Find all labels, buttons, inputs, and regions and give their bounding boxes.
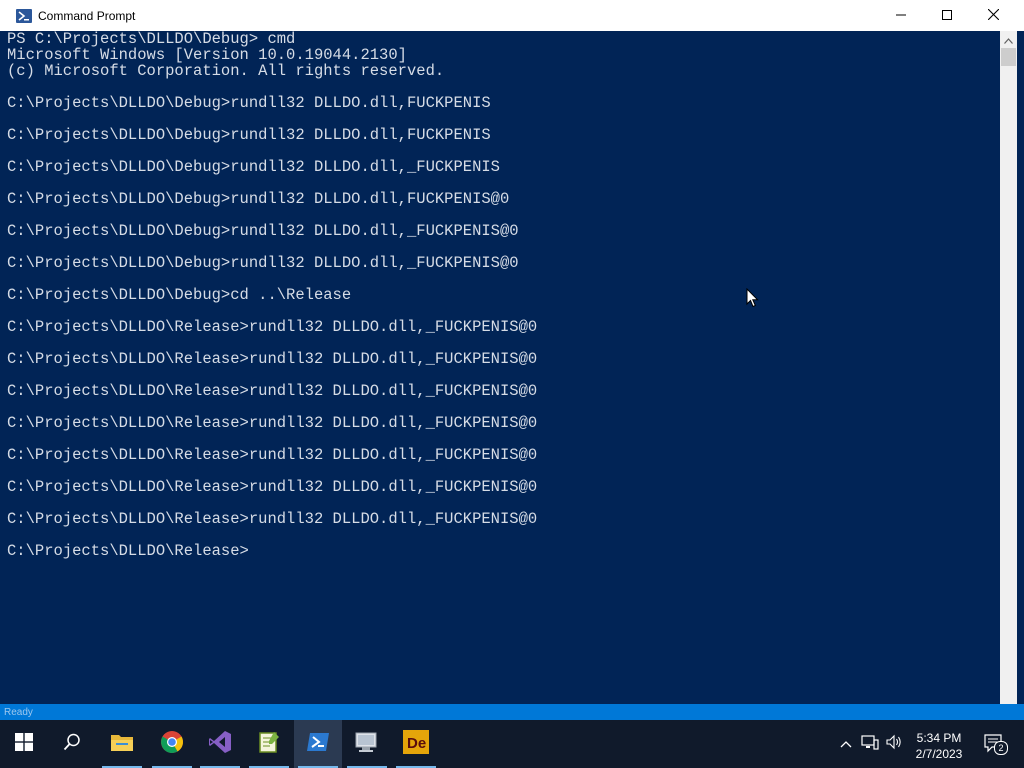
window-title: Command Prompt: [38, 8, 136, 23]
command-prompt-window: Command Prompt PS C:\Projects\DLLDO\Debu…: [0, 0, 1024, 720]
title-bar[interactable]: Command Prompt: [0, 0, 1024, 31]
console-line: C:\Projects\DLLDO\Debug>rundll32 DLLDO.d…: [7, 158, 500, 176]
console-line: C:\Projects\DLLDO\Debug>cd ..\Release: [7, 286, 352, 304]
taskbar-network-monitor[interactable]: [343, 720, 391, 768]
console-line: C:\Projects\DLLDO\Release>rundll32 DLLDO…: [7, 318, 538, 336]
show-hidden-icons-button[interactable]: [836, 734, 856, 754]
network-tray-button[interactable]: [860, 734, 880, 754]
chrome-icon: [160, 730, 184, 759]
start-button[interactable]: [0, 720, 48, 768]
taskbar-notepad-plus-plus[interactable]: [245, 720, 293, 768]
delphi-icon: De: [403, 729, 429, 759]
console-line: Microsoft Windows [Version 10.0.19044.21…: [7, 46, 407, 64]
search-icon: [63, 733, 81, 756]
mouse-cursor-icon: [746, 287, 760, 313]
console-line: C:\Projects\DLLDO\Release>rundll32 DLLDO…: [7, 414, 538, 432]
network-monitor-icon: [354, 731, 380, 758]
console-line: C:\Projects\DLLDO\Debug>rundll32 DLLDO.d…: [7, 222, 519, 240]
close-icon: [987, 7, 999, 25]
console-line: PS C:\Projects\DLLDO\Debug> cmd: [7, 31, 296, 48]
scroll-thumb[interactable]: [1001, 48, 1016, 66]
action-center-button[interactable]: 2: [982, 734, 1008, 755]
taskbar-file-explorer[interactable]: [98, 720, 146, 768]
speaker-icon: [885, 734, 903, 755]
network-icon: [861, 734, 879, 755]
console-line: C:\Projects\DLLDO\Release>rundll32 DLLDO…: [7, 446, 538, 464]
taskbar-visual-studio[interactable]: [196, 720, 244, 768]
visual-studio-icon: [208, 730, 232, 759]
console-line: C:\Projects\DLLDO\Release>: [7, 542, 249, 560]
console-line: C:\Projects\DLLDO\Release>rundll32 DLLDO…: [7, 510, 538, 528]
status-band: Ready: [0, 704, 1024, 720]
console-line: C:\Projects\DLLDO\Debug>rundll32 DLLDO.d…: [7, 94, 491, 112]
minimize-icon: [896, 7, 906, 25]
notification-icon: 2: [984, 734, 1008, 755]
volume-tray-button[interactable]: [884, 734, 904, 754]
console-output[interactable]: PS C:\Projects\DLLDO\Debug> cmd Microsoft…: [0, 31, 1000, 716]
vertical-scrollbar[interactable]: [1000, 31, 1017, 720]
clock-time: 5:34 PM: [916, 731, 962, 745]
console-line: C:\Projects\DLLDO\Debug>rundll32 DLLDO.d…: [7, 254, 519, 272]
scroll-up-button[interactable]: [1000, 31, 1017, 48]
minimize-button[interactable]: [878, 0, 924, 31]
powershell-icon: [306, 732, 330, 757]
taskbar-clock[interactable]: 5:34 PM 2/7/2023: [906, 730, 972, 762]
taskbar-chrome[interactable]: [148, 720, 196, 768]
console-line: (c) Microsoft Corporation. All rights re…: [7, 62, 445, 80]
powershell-icon: [16, 8, 32, 24]
taskbar: De 5:34 PM 2/7/2023 2: [0, 720, 1024, 768]
window-edge: [1017, 31, 1024, 720]
chevron-up-icon: [1004, 31, 1013, 49]
chevron-up-icon: [840, 735, 852, 753]
console-line: C:\Projects\DLLDO\Release>rundll32 DLLDO…: [7, 478, 538, 496]
clock-date: 2/7/2023: [915, 747, 963, 761]
notification-count-badge: 2: [994, 741, 1008, 755]
notepad-plus-plus-icon: [257, 730, 281, 759]
console-line: C:\Projects\DLLDO\Release>rundll32 DLLDO…: [7, 350, 538, 368]
console-line: C:\Projects\DLLDO\Debug>rundll32 DLLDO.d…: [7, 190, 510, 208]
start-icon: [15, 732, 33, 756]
console-line: C:\Projects\DLLDO\Debug>rundll32 DLLDO.d…: [7, 126, 491, 144]
close-button[interactable]: [970, 0, 1016, 31]
maximize-icon: [942, 7, 952, 25]
console-text: PS C:\Projects\DLLDO\Debug> cmd Microsoft…: [0, 31, 1000, 559]
svg-text:De: De: [407, 735, 426, 752]
taskbar-powershell[interactable]: [294, 720, 342, 768]
maximize-button[interactable]: [924, 0, 970, 31]
search-button[interactable]: [48, 720, 96, 768]
taskbar-delphi[interactable]: De: [392, 720, 440, 768]
console-line: C:\Projects\DLLDO\Release>rundll32 DLLDO…: [7, 382, 538, 400]
file-explorer-icon: [110, 732, 134, 757]
status-text: Ready: [4, 707, 33, 718]
